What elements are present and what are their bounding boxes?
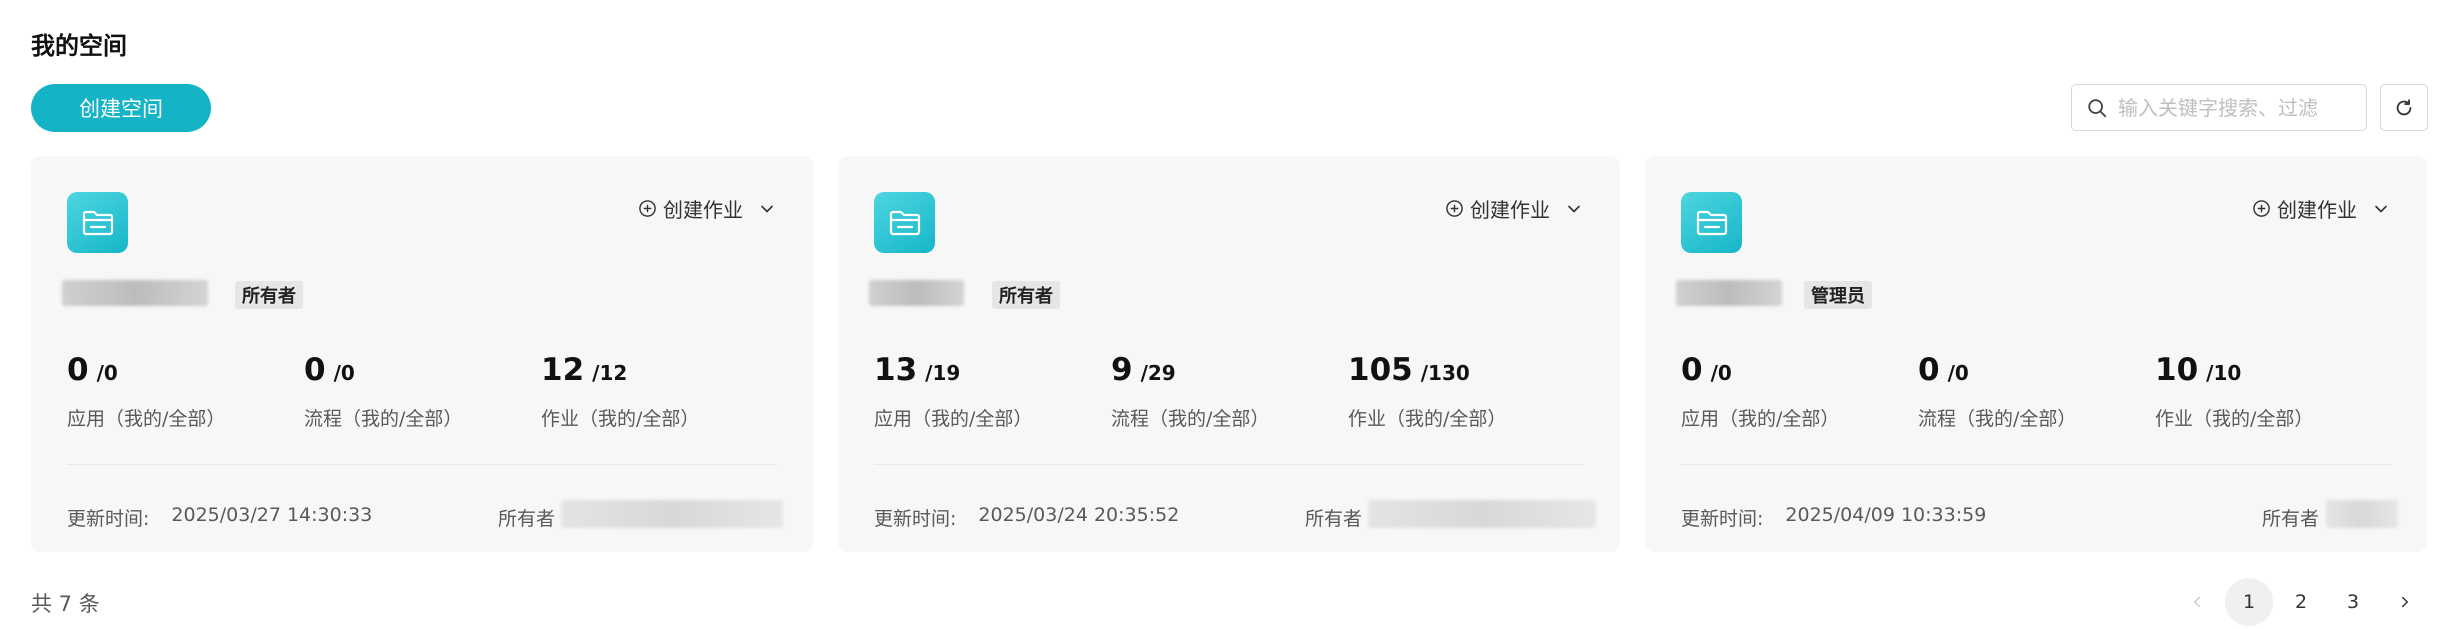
role-badge: 管理员 <box>1804 281 1872 309</box>
stat-total: /0 <box>1710 361 1732 385</box>
stat-label: 流程（我的/全部） <box>304 408 463 430</box>
updated-value: 2025/04/09 10:33:59 <box>1785 504 1987 526</box>
owner-label: 所有者 <box>2262 508 2320 530</box>
updated-label: 更新时间: <box>1681 508 1764 530</box>
owner-name-redacted <box>2326 500 2398 528</box>
stat-flows: 0/0 流程（我的/全部） <box>1918 352 2076 431</box>
page-2-button[interactable]: 2 <box>2277 578 2325 626</box>
stat-total: /0 <box>333 361 355 385</box>
plus-circle-icon <box>639 200 656 217</box>
space-logo <box>1681 192 1742 253</box>
refresh-button[interactable] <box>2380 84 2428 131</box>
chevron-down-icon <box>2375 205 2387 212</box>
create-job-label: 创建作业 <box>1470 198 1550 222</box>
stat-label: 作业（我的/全部） <box>1348 408 1507 430</box>
owner-label: 所有者 <box>1305 508 1363 530</box>
refresh-icon <box>2396 98 2412 115</box>
stat-apps: 0/0 应用（我的/全部） <box>67 352 225 431</box>
stat-jobs: 105/130 作业（我的/全部） <box>1348 352 1506 431</box>
updated-label: 更新时间: <box>67 508 150 530</box>
role-badge: 所有者 <box>992 281 1060 309</box>
card-divider <box>1681 464 2391 465</box>
stat-mine: 0 <box>1681 352 1703 388</box>
stat-label: 作业（我的/全部） <box>2155 408 2314 430</box>
total-count: 共 7 条 <box>31 592 100 616</box>
space-card[interactable]: 创建作业 管理员 0/0 应用（我的/全部） 0/0 流程（我的/全部） 10/… <box>1645 156 2427 552</box>
chevron-down-icon <box>1568 205 1580 212</box>
card-divider <box>874 464 1584 465</box>
updated-value: 2025/03/24 20:35:52 <box>978 504 1180 526</box>
stat-apps: 13/19 应用（我的/全部） <box>874 352 1032 431</box>
chevron-down-icon <box>761 205 773 212</box>
stat-label: 作业（我的/全部） <box>541 408 700 430</box>
space-name-redacted <box>1676 280 1782 306</box>
updated-time: 更新时间: 2025/03/27 14:30:33 <box>67 504 372 531</box>
stat-label: 流程（我的/全部） <box>1111 408 1270 430</box>
stat-total: /19 <box>925 361 961 385</box>
plus-circle-icon <box>2253 200 2270 217</box>
stat-jobs: 10/10 作业（我的/全部） <box>2155 352 2313 431</box>
space-card[interactable]: 创建作业 所有者 13/19 应用（我的/全部） 9/29 流程（我的/全部） … <box>838 156 1620 552</box>
space-logo <box>67 192 128 253</box>
updated-value: 2025/03/27 14:30:33 <box>171 504 373 526</box>
create-job-label: 创建作业 <box>2277 198 2357 222</box>
stat-apps: 0/0 应用（我的/全部） <box>1681 352 1839 431</box>
stat-label: 流程（我的/全部） <box>1918 408 2077 430</box>
updated-time: 更新时间: 2025/04/09 10:33:59 <box>1681 504 1986 531</box>
stat-total: /12 <box>592 361 628 385</box>
space-name-redacted <box>869 280 964 306</box>
space-logo <box>874 192 935 253</box>
stat-total: /0 <box>96 361 118 385</box>
stat-label: 应用（我的/全部） <box>1681 408 1840 430</box>
card-divider <box>67 464 777 465</box>
stat-total: /10 <box>2206 361 2242 385</box>
prev-page-button[interactable] <box>2173 578 2221 626</box>
create-job-dropdown[interactable]: 创建作业 <box>2252 194 2391 223</box>
updated-time: 更新时间: 2025/03/24 20:35:52 <box>874 504 1179 531</box>
stat-mine: 10 <box>2155 352 2199 388</box>
stat-mine: 105 <box>1348 352 1413 388</box>
chevron-right-icon <box>2402 596 2408 608</box>
create-job-dropdown[interactable]: 创建作业 <box>1445 194 1584 223</box>
folder-icon <box>889 210 920 235</box>
chevron-left-icon <box>2194 596 2200 608</box>
updated-label: 更新时间: <box>874 508 957 530</box>
stat-mine: 12 <box>541 352 585 388</box>
stat-total: /29 <box>1140 361 1176 385</box>
owner-label: 所有者 <box>498 508 556 530</box>
stat-mine: 9 <box>1111 352 1133 388</box>
stat-mine: 0 <box>1918 352 1940 388</box>
stat-label: 应用（我的/全部） <box>874 408 1033 430</box>
stat-mine: 13 <box>874 352 918 388</box>
space-card[interactable]: 创建作业 所有者 0/0 应用（我的/全部） 0/0 流程（我的/全部） 12/… <box>31 156 813 552</box>
stat-label: 应用（我的/全部） <box>67 408 226 430</box>
create-job-dropdown[interactable]: 创建作业 <box>638 194 777 223</box>
page-title: 我的空间 <box>31 32 127 60</box>
next-page-button[interactable] <box>2381 578 2429 626</box>
page-1-button[interactable]: 1 <box>2225 578 2273 626</box>
role-badge: 所有者 <box>235 281 303 309</box>
space-name-redacted <box>62 280 208 306</box>
stat-total: /0 <box>1947 361 1969 385</box>
stat-mine: 0 <box>67 352 89 388</box>
stat-flows: 0/0 流程（我的/全部） <box>304 352 462 431</box>
search-box[interactable] <box>2071 84 2367 131</box>
pagination: 1 2 3 <box>2173 578 2429 626</box>
search-input[interactable] <box>2118 95 2348 120</box>
create-job-label: 创建作业 <box>663 198 743 222</box>
page-3-button[interactable]: 3 <box>2329 578 2377 626</box>
folder-icon <box>82 210 113 235</box>
stat-flows: 9/29 流程（我的/全部） <box>1111 352 1269 431</box>
create-space-button[interactable]: 创建空间 <box>31 84 211 132</box>
plus-circle-icon <box>1446 200 1463 217</box>
folder-icon <box>1696 210 1727 235</box>
stat-total: /130 <box>1420 361 1470 385</box>
stat-mine: 0 <box>304 352 326 388</box>
owner-name-redacted <box>1368 500 1596 528</box>
stat-jobs: 12/12 作业（我的/全部） <box>541 352 699 431</box>
search-icon <box>2088 98 2107 117</box>
owner-name-redacted <box>561 500 783 528</box>
